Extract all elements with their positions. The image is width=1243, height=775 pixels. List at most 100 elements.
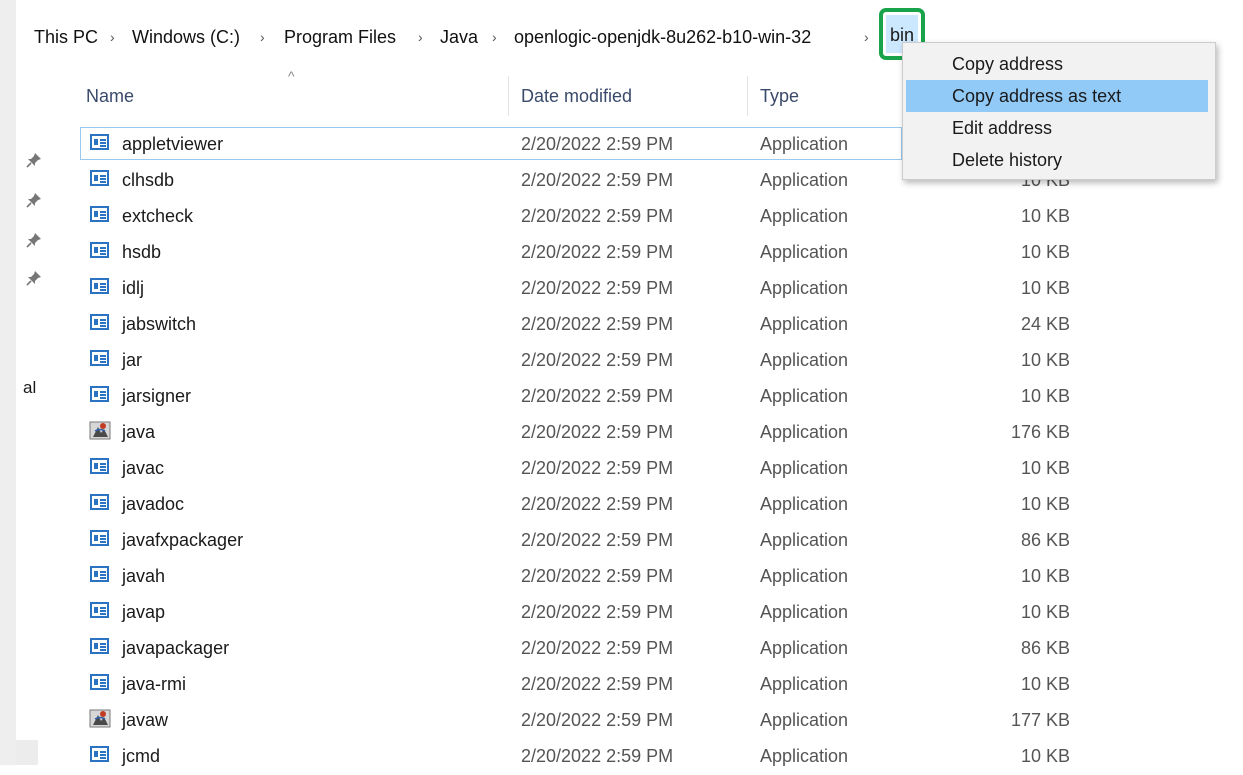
breadcrumb-openjdk[interactable]: openlogic-openjdk-8u262-b10-win-32	[514, 24, 811, 50]
breadcrumb-windows-c[interactable]: Windows (C:)	[132, 24, 240, 50]
file-name: javapackager	[122, 638, 230, 658]
file-name: javaw	[122, 710, 169, 730]
application-icon	[90, 134, 109, 150]
nav-pane-footer	[16, 740, 38, 765]
application-icon	[90, 206, 109, 222]
file-name: jabswitch	[122, 314, 197, 334]
file-size: 10 KB	[1020, 602, 1070, 622]
file-row[interactable]: javac 2/20/2022 2:59 PM Application 10 KB	[80, 451, 1220, 487]
column-divider[interactable]	[508, 76, 509, 116]
file-row[interactable]: jarsigner 2/20/2022 2:59 PM Application 10 …	[80, 379, 1220, 415]
file-size: 86 KB	[1020, 530, 1070, 550]
breadcrumb-separator-icon[interactable]: ›	[864, 24, 869, 50]
file-size: 10 KB	[1020, 494, 1070, 514]
breadcrumb-separator-icon[interactable]: ›	[110, 24, 115, 50]
file-type: Application	[760, 710, 849, 730]
file-type: Application	[760, 602, 849, 622]
application-icon	[90, 638, 109, 654]
address-context-menu: Copy address Copy address as text Edit a…	[902, 42, 1216, 180]
file-date-modified: 2/20/2022 2:59 PM	[521, 710, 674, 730]
file-type: Application	[760, 206, 849, 226]
file-name: javac	[122, 458, 165, 478]
breadcrumb-separator-icon[interactable]: ›	[260, 24, 265, 50]
file-row[interactable]: javap 2/20/2022 2:59 PM Application 10 KB	[80, 595, 1220, 631]
file-row[interactable]: javapackager 2/20/2022 2:59 PM Application…	[80, 631, 1220, 667]
file-size: 10 KB	[1020, 350, 1070, 370]
java-icon	[89, 419, 111, 441]
application-icon	[90, 746, 109, 762]
file-date-modified: 2/20/2022 2:59 PM	[521, 242, 674, 262]
file-row[interactable]: javadoc 2/20/2022 2:59 PM Application 10 KB	[80, 487, 1220, 523]
file-type: Application	[760, 494, 849, 514]
navigation-pane	[16, 62, 62, 765]
column-header-type[interactable]: Type	[760, 84, 799, 108]
file-type: Application	[760, 422, 849, 442]
file-row[interactable]: jcmd 2/20/2022 2:59 PM Application 10 KB	[80, 739, 1220, 775]
nav-item-partial-label[interactable]: al	[23, 378, 36, 398]
breadcrumb-this-pc[interactable]: This PC	[34, 24, 98, 50]
file-row[interactable]: java-rmi 2/20/2022 2:59 PM Application 10 K…	[80, 667, 1220, 703]
application-icon	[90, 530, 109, 546]
breadcrumb-separator-icon[interactable]: ›	[492, 24, 497, 50]
file-row[interactable]: hsdb 2/20/2022 2:59 PM Application 10 KB	[80, 235, 1220, 271]
file-size: 10 KB	[1020, 674, 1070, 694]
file-row[interactable]: jar 2/20/2022 2:59 PM Application 10 KB	[80, 343, 1220, 379]
pin-icon[interactable]	[26, 152, 44, 170]
file-row[interactable]: javafxpackager 2/20/2022 2:59 PM Applicati…	[80, 523, 1220, 559]
menu-item-delete-history[interactable]: Delete history	[906, 144, 1208, 176]
application-icon	[90, 494, 109, 510]
application-icon	[90, 566, 109, 582]
application-icon	[90, 458, 109, 474]
menu-item-copy-address-as-text[interactable]: Copy address as text	[906, 80, 1208, 112]
pin-icon[interactable]	[26, 232, 44, 250]
file-date-modified: 2/20/2022 2:59 PM	[521, 602, 674, 622]
file-size: 10 KB	[1020, 746, 1070, 766]
application-icon	[90, 350, 109, 366]
column-header-name[interactable]: Name	[86, 84, 134, 108]
file-row[interactable]: javah 2/20/2022 2:59 PM Application 10 KB	[80, 559, 1220, 595]
file-name: idlj	[122, 278, 145, 298]
file-size: 177 KB	[1010, 710, 1070, 730]
sort-ascending-icon: ^	[288, 68, 295, 84]
file-size: 10 KB	[1020, 278, 1070, 298]
file-type: Application	[760, 134, 849, 154]
file-size: 10 KB	[1020, 566, 1070, 586]
file-size: 176 KB	[1010, 422, 1070, 442]
application-icon	[90, 278, 109, 294]
application-icon	[90, 674, 109, 690]
file-type: Application	[760, 458, 849, 478]
file-name: javap	[122, 602, 166, 622]
column-divider[interactable]	[747, 76, 748, 116]
application-icon	[90, 242, 109, 258]
file-row[interactable]: jabswitch 2/20/2022 2:59 PM Application 24 …	[80, 307, 1220, 343]
menu-item-edit-address[interactable]: Edit address	[906, 112, 1208, 144]
file-size: 10 KB	[1020, 242, 1070, 262]
menu-item-copy-address[interactable]: Copy address	[906, 48, 1208, 80]
pin-icon[interactable]	[26, 192, 44, 210]
file-date-modified: 2/20/2022 2:59 PM	[521, 530, 674, 550]
file-size: 10 KB	[1020, 386, 1070, 406]
file-name: appletviewer	[122, 134, 224, 154]
file-size: 10 KB	[1020, 458, 1070, 478]
file-date-modified: 2/20/2022 2:59 PM	[521, 674, 674, 694]
file-date-modified: 2/20/2022 2:59 PM	[521, 746, 674, 766]
file-row[interactable]: idlj 2/20/2022 2:59 PM Application 10 KB	[80, 271, 1220, 307]
file-type: Application	[760, 674, 849, 694]
breadcrumb-program-files[interactable]: Program Files	[284, 24, 396, 50]
file-name: javadoc	[122, 494, 185, 514]
file-name: java-rmi	[122, 674, 187, 694]
application-icon	[90, 170, 109, 186]
file-name: jcmd	[122, 746, 161, 766]
file-row[interactable]: java 2/20/2022 2:59 PM Application 176 KB	[80, 415, 1220, 451]
file-date-modified: 2/20/2022 2:59 PM	[521, 170, 674, 190]
file-date-modified: 2/20/2022 2:59 PM	[521, 458, 674, 478]
file-row[interactable]: extcheck 2/20/2022 2:59 PM Application 10 K…	[80, 199, 1220, 235]
column-header-date-modified[interactable]: Date modified	[521, 84, 632, 108]
application-icon	[90, 314, 109, 330]
breadcrumb-separator-icon[interactable]: ›	[418, 24, 423, 50]
breadcrumb-java[interactable]: Java	[440, 24, 478, 50]
file-type: Application	[760, 350, 849, 370]
file-row[interactable]: javaw 2/20/2022 2:59 PM Application 177 KB	[80, 703, 1220, 739]
pin-icon[interactable]	[26, 270, 44, 288]
file-name: java	[122, 422, 156, 442]
